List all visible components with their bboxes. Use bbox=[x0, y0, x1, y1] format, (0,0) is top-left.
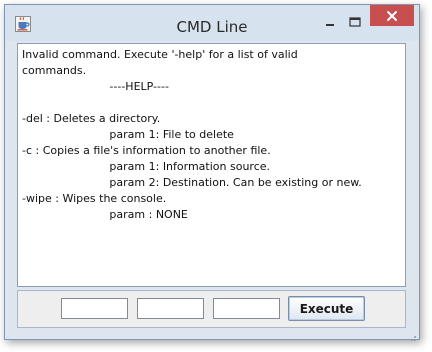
minimize-button[interactable] bbox=[317, 11, 343, 33]
console-line: param 1: File to delete bbox=[22, 128, 234, 141]
console-line: ----HELP---- bbox=[22, 80, 169, 93]
maximize-button[interactable] bbox=[343, 11, 367, 33]
close-button[interactable] bbox=[370, 5, 414, 26]
console-text: Invalid command. Execute '-help' for a l… bbox=[18, 44, 405, 223]
console-line: -c : Copies a file's information to anot… bbox=[22, 144, 271, 157]
console-line: commands. bbox=[22, 64, 87, 77]
command-input-3[interactable] bbox=[213, 298, 280, 319]
maximize-icon bbox=[349, 17, 361, 27]
console-line: param 1: Information source. bbox=[22, 160, 271, 173]
app-window: CMD Line Invalid command. Execute '-help… bbox=[4, 4, 420, 341]
console-line: -del : Deletes a directory. bbox=[22, 112, 161, 125]
console-output-area[interactable]: Invalid command. Execute '-help' for a l… bbox=[17, 43, 406, 287]
resize-grip-icon[interactable] bbox=[407, 327, 417, 341]
console-line: param : NONE bbox=[22, 208, 188, 221]
console-line: -wipe : Wipes the console. bbox=[22, 192, 167, 205]
close-icon bbox=[387, 10, 397, 21]
command-input-1[interactable] bbox=[61, 298, 128, 319]
command-panel: Execute bbox=[17, 290, 406, 328]
execute-button[interactable]: Execute bbox=[288, 296, 365, 321]
console-line: param 2: Destination. Can be existing or… bbox=[22, 176, 362, 189]
title-bar[interactable]: CMD Line bbox=[5, 5, 419, 41]
console-line: Invalid command. Execute '-help' for a l… bbox=[22, 48, 298, 61]
command-input-2[interactable] bbox=[137, 298, 204, 319]
minimize-icon bbox=[326, 24, 334, 26]
